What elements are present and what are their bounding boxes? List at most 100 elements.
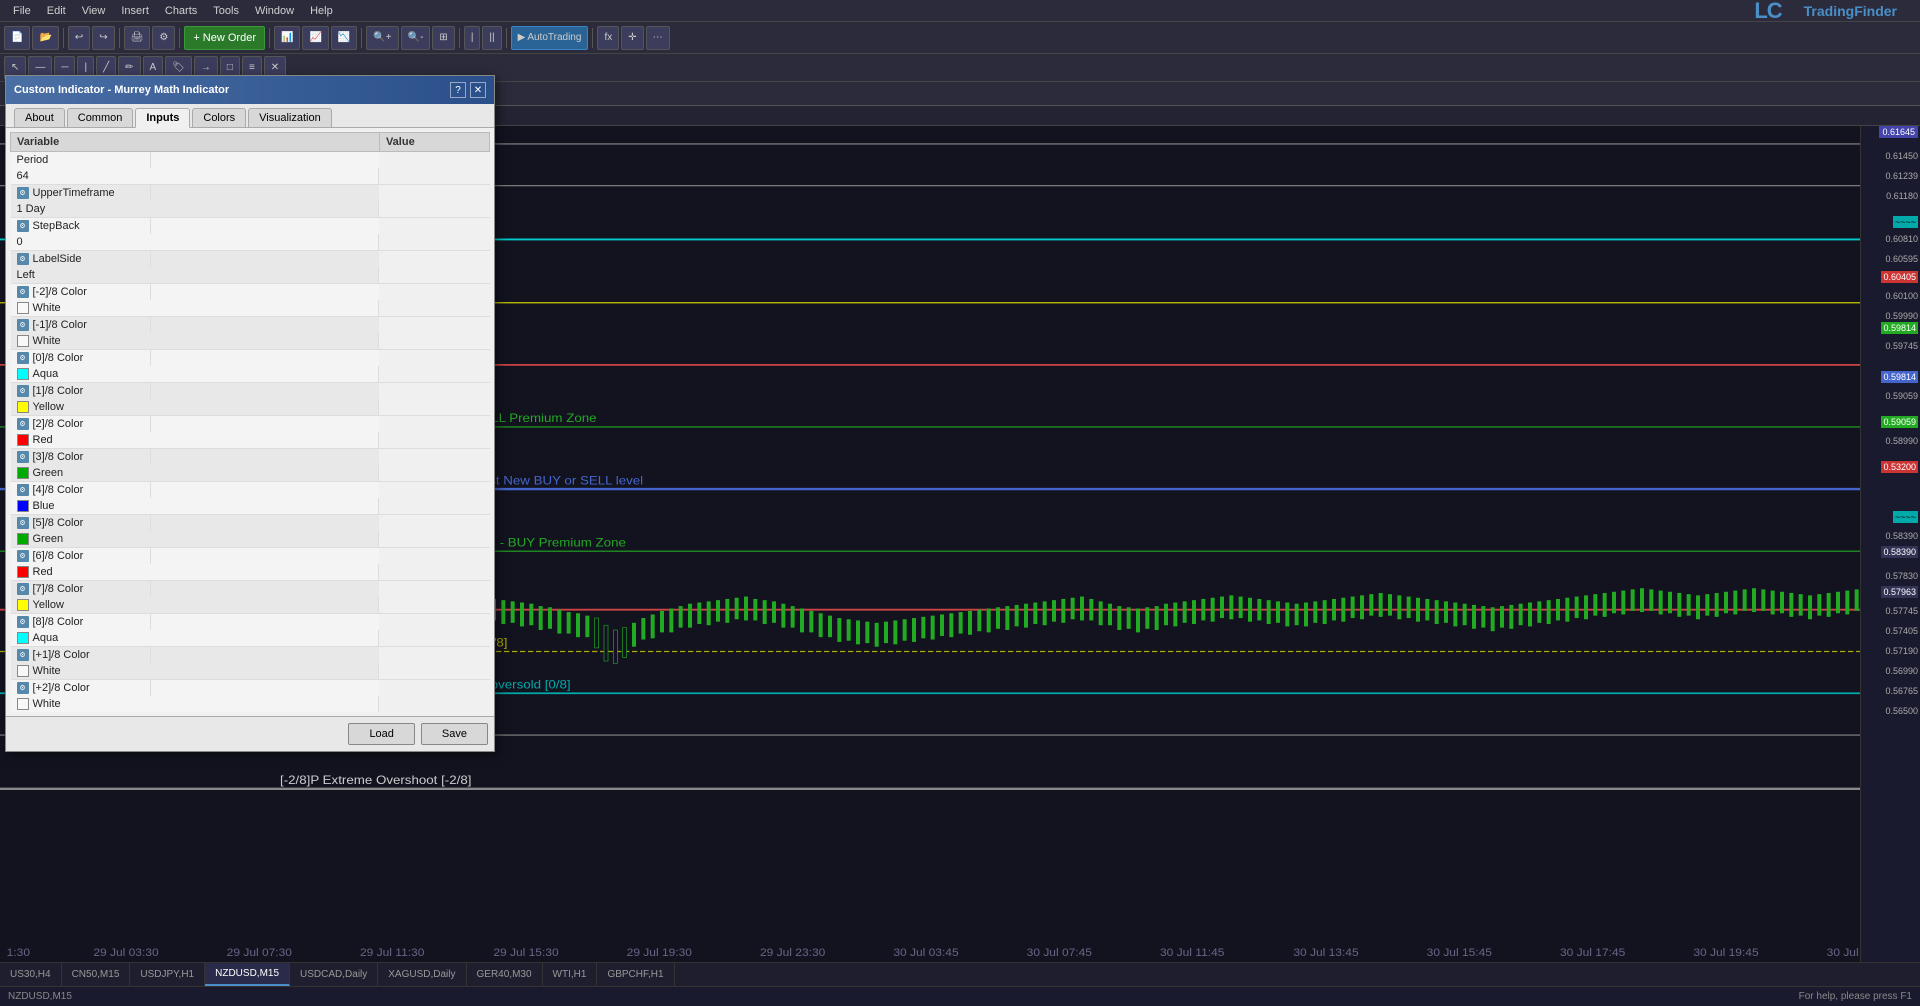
indicator-dialog[interactable]: Custom Indicator - Murrey Math Indicator… [5,75,495,752]
zoom-in-btn[interactable]: 🔍+ [366,26,398,50]
dialog-close-btn[interactable]: ✕ [470,82,486,98]
svg-text:30 Jul 15:45: 30 Jul 15:45 [1427,948,1492,959]
param-name: [0]/8 Color [33,352,84,364]
bottom-tab-ger40-m30[interactable]: GER40,M30 [467,963,543,986]
menu-help[interactable]: Help [302,3,341,19]
print-btn[interactable]: 🖨 [124,26,151,50]
bottom-tab-xagusd-daily[interactable]: XAGUSD,Daily [378,963,466,986]
save-btn[interactable]: Save [421,723,488,745]
dialog-tab-inputs[interactable]: Inputs [135,108,190,128]
new-file-btn[interactable]: 📄 [4,26,30,50]
svg-text:29 Jul 19:30: 29 Jul 19:30 [627,948,692,959]
new-order-btn[interactable]: + New Order [184,26,265,50]
dialog-tab-about[interactable]: About [14,108,65,127]
color-swatch [17,665,29,677]
chart-btn3[interactable]: 📉 [331,26,357,50]
svg-text:30 Jul 19:45: 30 Jul 19:45 [1693,948,1758,959]
param-value: Left [17,269,35,281]
dialog-tab-visualization[interactable]: Visualization [248,108,332,127]
undo-btn[interactable]: ↩ [68,26,90,50]
svg-text:30 Jul 03:45: 30 Jul 03:45 [893,948,958,959]
menu-tools[interactable]: Tools [205,3,247,19]
svg-text:30 Jul 07:45: 30 Jul 07:45 [1027,948,1092,959]
svg-text:1:30: 1:30 [7,948,30,959]
param-row: ⚙StepBack0 [11,218,490,251]
param-name: [-2]/8 Color [33,286,87,298]
period-btn1[interactable]: | [464,26,481,50]
dialog-tab-colors[interactable]: Colors [192,108,246,127]
zoom-out-btn[interactable]: 🔍- [401,26,431,50]
param-value: White [33,335,61,347]
param-name: [3]/8 Color [33,451,84,463]
param-icon: ⚙ [17,583,29,595]
param-icon: ⚙ [17,418,29,430]
bottom-tab-cn50-m15[interactable]: CN50,M15 [62,963,131,986]
menu-window[interactable]: Window [247,3,302,19]
dialog-tab-common[interactable]: Common [67,108,134,127]
options-btn[interactable]: ⋯ [646,26,670,50]
bottom-tab-nzdusd-m15[interactable]: NZDUSD,M15 [205,963,290,986]
chart-btn2[interactable]: 📈 [302,26,328,50]
param-row: ⚙[4]/8 ColorBlue [11,482,490,515]
bottom-tab-gbpchf-h1[interactable]: GBPCHF,H1 [597,963,674,986]
color-swatch [17,566,29,578]
sep1 [63,28,64,48]
load-btn[interactable]: Load [348,723,414,745]
auto-trading-icon: ▶ [518,32,526,43]
param-icon: ⚙ [17,451,29,463]
color-swatch [17,632,29,644]
param-row: ⚙UpperTimeframe1 Day [11,185,490,218]
param-row: ⚙[-2]/8 ColorWhite [11,284,490,317]
dialog-titlebar: Custom Indicator - Murrey Math Indicator… [6,76,494,104]
param-icon: ⚙ [17,682,29,694]
bottom-tab-usdcad-daily[interactable]: USDCAD,Daily [290,963,378,986]
param-name: [8]/8 Color [33,616,84,628]
period-btn2[interactable]: || [482,26,501,50]
param-icon: ⚙ [17,220,29,232]
svg-text:29 Jul 15:30: 29 Jul 15:30 [493,948,558,959]
bottom-tab-us30-h4[interactable]: US30,H4 [0,963,62,986]
param-name: Period [17,154,49,166]
param-value: Yellow [33,599,64,611]
bottom-tab-usdjpy-h1[interactable]: USDJPY,H1 [130,963,205,986]
param-name: [5]/8 Color [33,517,84,529]
menu-charts[interactable]: Charts [157,3,205,19]
menu-file[interactable]: File [5,3,39,19]
menu-insert[interactable]: Insert [113,3,157,19]
param-value: Yellow [33,401,64,413]
param-row: ⚙[0]/8 ColorAqua [11,350,490,383]
param-name: UpperTimeframe [33,187,115,199]
auto-trading-btn[interactable]: ▶ AutoTrading [511,26,589,50]
svg-text:[-2/8]P Extreme Overshoot [-2/: [-2/8]P Extreme Overshoot [-2/8] [280,774,471,787]
chart-btn1[interactable]: 📊 [274,26,300,50]
menu-view[interactable]: View [74,3,114,19]
bottom-tabs-bar: US30,H4CN50,M15USDJPY,H1NZDUSD,M15USDCAD… [0,962,1920,986]
param-row: ⚙[5]/8 ColorGreen [11,515,490,548]
settings-btn[interactable]: ⚙ [152,26,175,50]
dialog-scroll[interactable]: Variable Value Period64⚙UpperTimeframe1 … [10,132,490,712]
param-icon: ⚙ [17,616,29,628]
open-btn[interactable]: 📂 [32,26,58,50]
redo-btn[interactable]: ↪ [92,26,114,50]
dialog-help-btn[interactable]: ? [450,82,466,98]
param-row: ⚙[+2]/8 ColorWhite [11,680,490,713]
bottom-tab-wti-h1[interactable]: WTI,H1 [543,963,598,986]
fit-btn[interactable]: ⊞ [432,26,454,50]
new-order-icon: + [193,32,199,44]
sep8 [592,28,593,48]
color-swatch [17,533,29,545]
dialog-controls: ? ✕ [450,82,486,98]
svg-text:30 Jul 17:45: 30 Jul 17:45 [1560,948,1625,959]
status-right: For help, please press F1 [1799,991,1912,1002]
col-value: Value [379,133,489,152]
svg-text:29 Jul 03:30: 29 Jul 03:30 [93,948,158,959]
crosshair-btn[interactable]: ✛ [621,26,643,50]
param-value: Blue [33,500,55,512]
svg-text:29 Jul 07:30: 29 Jul 07:30 [227,948,292,959]
price-4-8: 0.59814 [1881,371,1918,383]
indicator-btn[interactable]: fx [597,26,619,50]
param-value: Aqua [33,632,59,644]
price-n2-8: 0.57963 [1881,586,1918,598]
price-5-8: 0.59814 [1881,322,1918,334]
menu-edit[interactable]: Edit [39,3,74,19]
